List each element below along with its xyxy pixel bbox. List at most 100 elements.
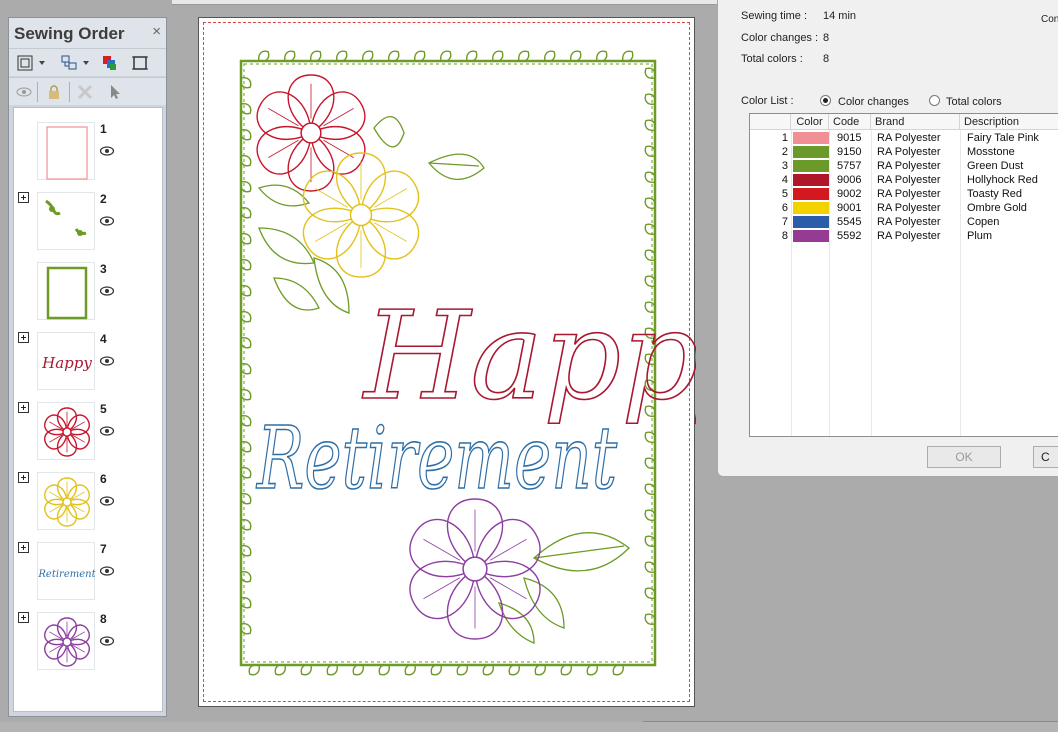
sewing-order-panel: Sewing Order × 1 2 3 Happy 4 5 6 Retirem…	[8, 17, 167, 717]
lock-icon[interactable]	[46, 84, 62, 100]
color-changes-radio[interactable]	[820, 95, 831, 106]
sewing-item[interactable]: 8	[14, 608, 162, 678]
close-icon[interactable]: ×	[152, 23, 161, 40]
item-number: 1	[100, 122, 107, 136]
thumbnail: Happy	[37, 332, 95, 390]
expand-icon[interactable]	[18, 472, 29, 483]
sewing-item[interactable]: 3	[14, 258, 162, 328]
thumbnail: Retirement	[37, 542, 97, 600]
eye-icon[interactable]	[100, 146, 114, 156]
eye-icon[interactable]	[100, 356, 114, 366]
table-row[interactable]: 6 9001 RA Polyester Ombre Gold	[750, 201, 1058, 215]
row-number: 2	[781, 146, 788, 158]
table-row[interactable]: 1 9015 RA Polyester Fairy Tale Pink	[750, 131, 1058, 145]
thumbnail	[37, 262, 95, 320]
sewing-item[interactable]: Retirement 7	[14, 538, 162, 608]
color-swatch	[793, 202, 829, 214]
view-eye-icon[interactable]	[16, 84, 32, 100]
color-list-table[interactable]: Color Code Brand Description 1 9015 RA Pol…	[749, 113, 1058, 437]
sewing-time-label: Sewing time :	[741, 10, 808, 22]
total-colors-radio-label[interactable]: Total colors	[946, 96, 1002, 108]
column-header-color[interactable]: Color	[791, 114, 829, 130]
item-number: 4	[100, 332, 107, 346]
color-changes-value: 8	[823, 32, 830, 44]
color-sort-icon[interactable]	[102, 55, 118, 71]
thumbnail	[37, 402, 95, 460]
sewing-item[interactable]: 2	[14, 188, 162, 258]
item-number: 6	[100, 472, 107, 486]
cancel-button[interactable]: C	[1033, 446, 1058, 468]
column-header-code[interactable]: Code	[829, 114, 871, 130]
select-pointer-icon[interactable]	[107, 84, 123, 100]
sewing-order-header: Sewing Order ×	[9, 18, 166, 48]
expand-icon[interactable]	[18, 402, 29, 413]
thumbnail	[37, 472, 95, 530]
design-canvas[interactable]: Happy Retirement	[198, 17, 696, 707]
flower-center	[300, 122, 322, 144]
description-cell: Plum	[967, 230, 993, 242]
flower-center	[62, 427, 72, 437]
sewing-item[interactable]: 5	[14, 398, 162, 468]
ok-button[interactable]: OK	[927, 446, 1001, 468]
eye-icon[interactable]	[100, 496, 114, 506]
eye-icon[interactable]	[100, 216, 114, 226]
group-dropdown-icon[interactable]	[83, 61, 89, 65]
bottom-scrollbar[interactable]	[0, 722, 1058, 732]
row-number: 3	[781, 160, 788, 172]
thumbnail	[37, 192, 95, 250]
table-row[interactable]: 8 5592 RA Polyester Plum	[750, 229, 1058, 243]
delete-icon[interactable]	[77, 84, 93, 100]
thumb-flower	[44, 617, 90, 667]
brand-cell: RA Polyester	[877, 146, 941, 158]
eye-icon[interactable]	[100, 636, 114, 646]
table-row[interactable]: 2 9150 RA Polyester Mosstone	[750, 145, 1058, 159]
brand-cell: RA Polyester	[877, 174, 941, 186]
description-cell: Green Dust	[967, 160, 1024, 172]
thumb-flower	[44, 407, 90, 457]
total-colors-radio[interactable]	[929, 95, 940, 106]
brand-cell: RA Polyester	[877, 188, 941, 200]
toolbar-separator	[69, 82, 70, 102]
happy-thumb-text: Happy	[41, 354, 92, 372]
color-swatch	[793, 146, 829, 158]
expand-icon[interactable]	[18, 612, 29, 623]
sewing-item[interactable]: 1	[14, 118, 162, 188]
expand-icon[interactable]	[18, 542, 29, 553]
eye-icon[interactable]	[100, 426, 114, 436]
column-header-description[interactable]: Description	[960, 114, 1058, 130]
happy-text: Happy	[362, 285, 696, 427]
expand-icon[interactable]	[18, 192, 29, 203]
brand-cell: RA Polyester	[877, 132, 941, 144]
row-number: 4	[781, 174, 788, 186]
item-number: 8	[100, 612, 107, 626]
eye-icon[interactable]	[100, 286, 114, 296]
code-cell: 9006	[837, 174, 862, 186]
code-cell: 9015	[837, 132, 862, 144]
fit-view-dropdown-icon[interactable]	[39, 61, 45, 65]
toolbar-separator	[37, 82, 38, 102]
frame-icon[interactable]	[132, 55, 148, 71]
sewing-item[interactable]: 6	[14, 468, 162, 538]
eye-icon[interactable]	[100, 566, 114, 576]
top-ruler	[172, 0, 717, 5]
row-number: 8	[781, 230, 788, 242]
table-row[interactable]: 7 5545 RA Polyester Copen	[750, 215, 1058, 229]
table-row[interactable]: 3 5757 RA Polyester Green Dust	[750, 159, 1058, 173]
item-number: 2	[100, 192, 107, 206]
sewing-item[interactable]: Happy 4	[14, 328, 162, 398]
code-cell: 9001	[837, 202, 862, 214]
color-changes-label: Color changes :	[741, 32, 819, 44]
fit-view-icon[interactable]	[17, 55, 33, 71]
table-row[interactable]: 4 9006 RA Polyester Hollyhock Red	[750, 173, 1058, 187]
retirement-text: Retirement	[256, 409, 618, 509]
table-row[interactable]: 5 9002 RA Polyester Toasty Red	[750, 187, 1058, 201]
color-swatch	[793, 160, 829, 172]
row-number: 6	[781, 202, 788, 214]
code-cell: 9150	[837, 146, 862, 158]
group-icon[interactable]	[61, 55, 77, 71]
color-changes-radio-label[interactable]: Color changes	[838, 96, 909, 108]
brand-cell: RA Polyester	[877, 160, 941, 172]
column-header-brand[interactable]: Brand	[871, 114, 960, 130]
column-header-number[interactable]	[750, 114, 791, 130]
expand-icon[interactable]	[18, 332, 29, 343]
